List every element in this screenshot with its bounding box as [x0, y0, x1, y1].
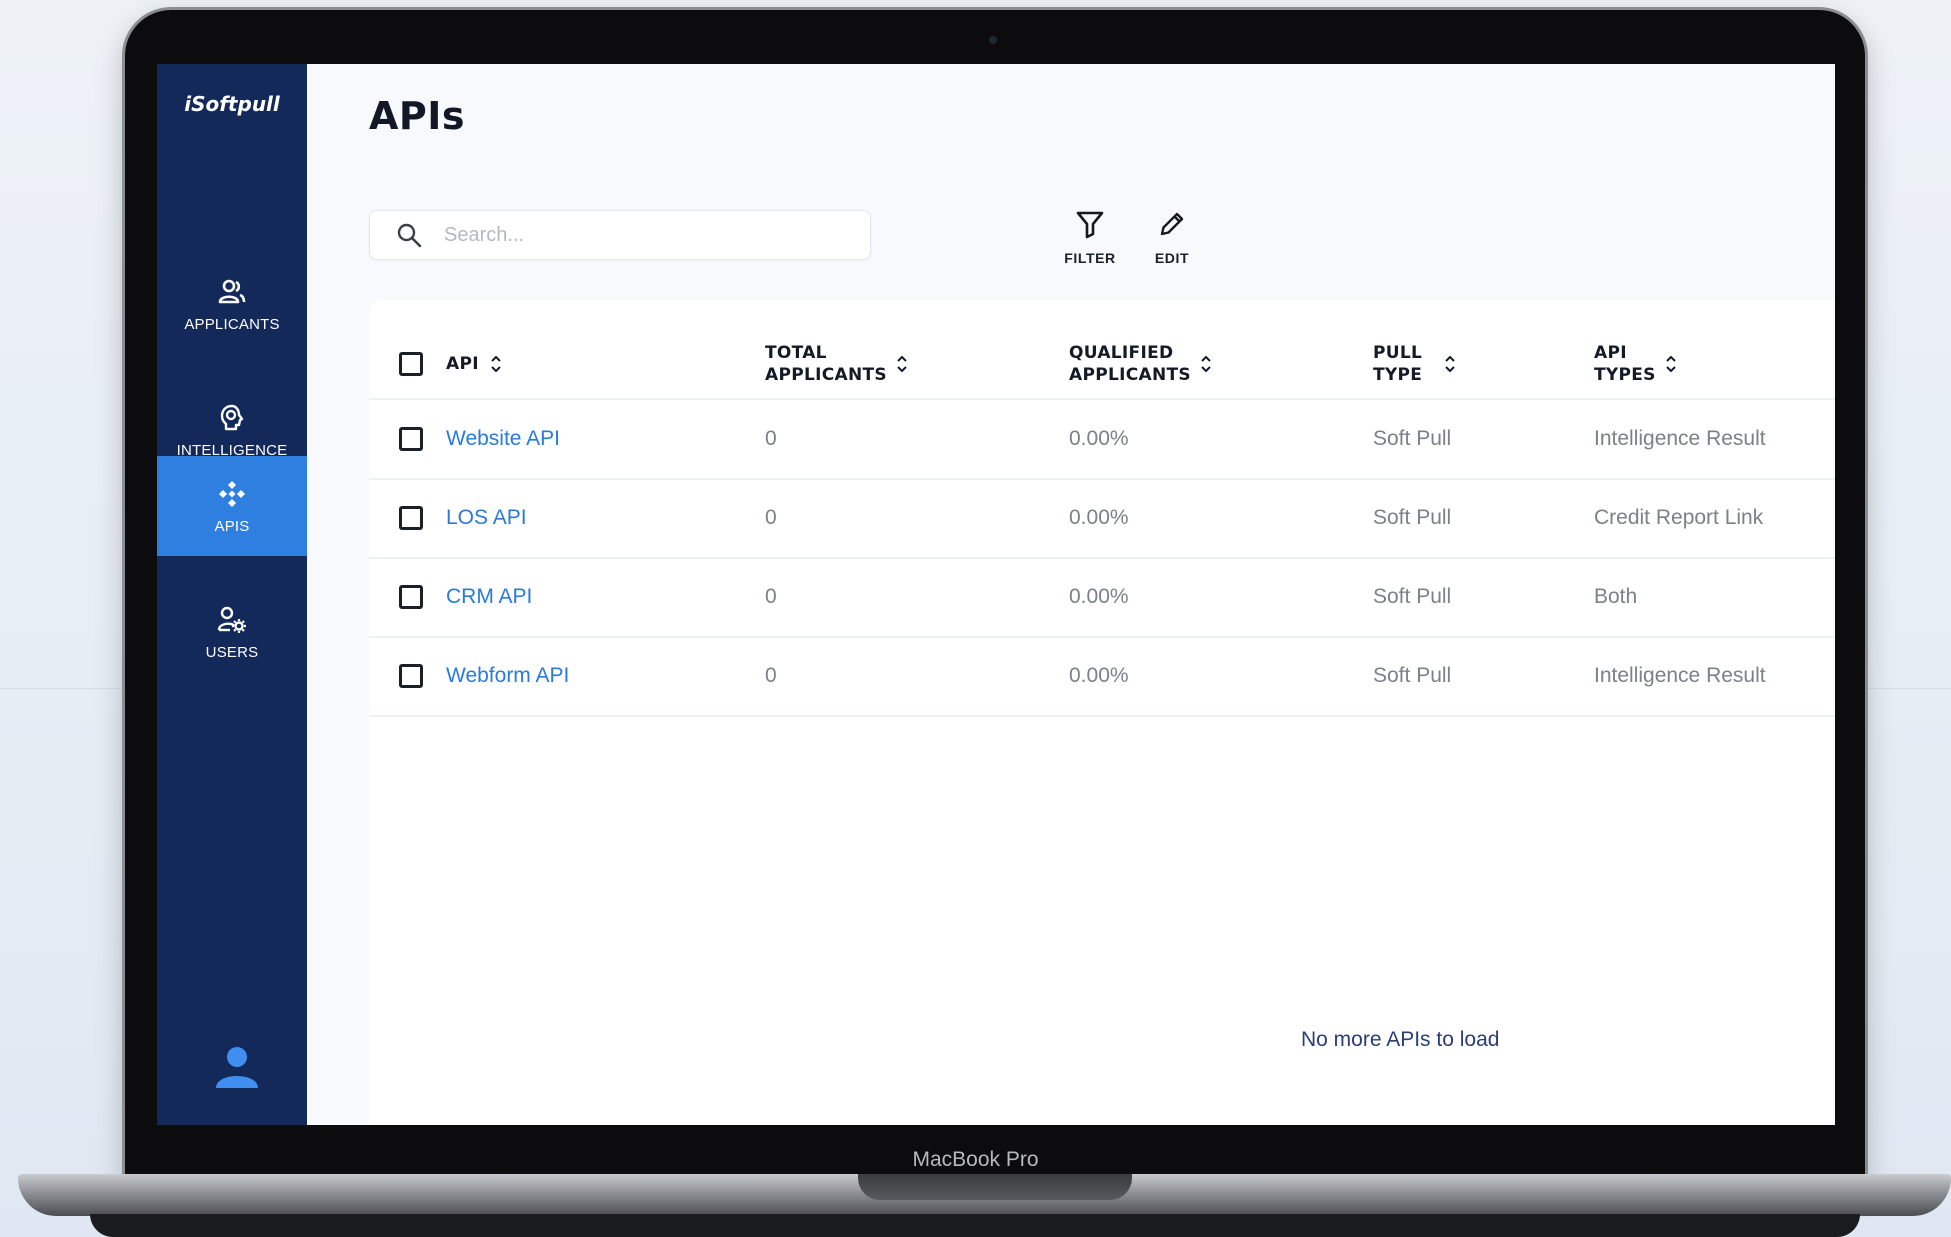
column-header-api[interactable]: API	[446, 330, 503, 398]
api-name-link[interactable]: Website API	[446, 400, 560, 478]
sidebar-item-label: USERS	[205, 643, 259, 661]
edit-button[interactable]: EDIT	[1137, 208, 1207, 278]
row-checkbox[interactable]	[399, 427, 423, 451]
sort-icon	[491, 355, 501, 373]
sort-icon	[897, 355, 907, 373]
edit-label: EDIT	[1154, 250, 1190, 266]
api-table: API TOTAL APPLICANTS QUALIFIED APPLICANT…	[369, 300, 1835, 1125]
row-checkbox[interactable]	[399, 506, 423, 530]
column-header-qualified-applicants[interactable]: QUALIFIED APPLICANTS	[1069, 330, 1213, 398]
pull-type-cell: Soft Pull	[1373, 427, 1452, 450]
search-input[interactable]	[442, 222, 846, 248]
filter-label: FILTER	[1064, 250, 1116, 266]
sort-icon	[1445, 355, 1455, 373]
app-logo[interactable]: iSoftpull	[157, 92, 307, 116]
pull-type-cell: Soft Pull	[1373, 506, 1452, 529]
sidebar-item-applicants[interactable]: APPLICANTS	[157, 254, 307, 354]
main-content: APIs FILTER EDIT	[307, 64, 1835, 1125]
sidebar: iSoftpull APPLICANTS INTELLIGENCE APIS U…	[157, 64, 307, 1125]
api-types-cell: Intelligence Result	[1594, 664, 1766, 687]
api-name-link[interactable]: LOS API	[446, 479, 527, 557]
api-types-cell: Both	[1594, 585, 1638, 608]
api-types-cell: Credit Report Link	[1594, 506, 1764, 529]
total-applicants-cell: 0	[765, 427, 777, 450]
sidebar-item-users[interactable]: USERS	[157, 582, 307, 682]
sidebar-item-apis[interactable]: APIS	[157, 456, 307, 556]
qualified-applicants-cell: 0.00%	[1069, 585, 1129, 608]
search-icon	[397, 223, 422, 248]
column-header-total-applicants[interactable]: TOTAL APPLICANTS	[765, 330, 909, 398]
api-types-cell: Intelligence Result	[1594, 427, 1766, 450]
camera-dot	[989, 36, 997, 44]
pull-type-cell: Soft Pull	[1373, 664, 1452, 687]
column-header-label: QUALIFIED APPLICANTS	[1069, 343, 1191, 385]
total-applicants-cell: 0	[765, 585, 777, 608]
column-header-label: API	[446, 354, 479, 374]
column-header-label: PULL TYPE	[1373, 343, 1423, 385]
api-name-link[interactable]: CRM API	[446, 558, 532, 636]
total-applicants-cell: 0	[765, 664, 777, 687]
laptop-base-shadow	[90, 1214, 1860, 1237]
column-header-label: TOTAL APPLICANTS	[765, 343, 887, 385]
user-avatar-icon[interactable]	[214, 1044, 260, 1090]
app-window: iSoftpull APPLICANTS INTELLIGENCE APIS U…	[157, 64, 1835, 1125]
total-applicants-cell: 0	[765, 506, 777, 529]
qualified-applicants-cell: 0.00%	[1069, 664, 1129, 687]
qualified-applicants-cell: 0.00%	[1069, 427, 1129, 450]
table-row: Website API 0 0.00% Soft Pull Intelligen…	[369, 400, 1835, 480]
pull-type-cell: Soft Pull	[1373, 585, 1452, 608]
row-checkbox[interactable]	[399, 664, 423, 688]
filter-icon	[1076, 211, 1104, 239]
sort-icon	[1666, 355, 1676, 373]
users-settings-icon	[217, 606, 246, 633]
row-checkbox[interactable]	[399, 585, 423, 609]
pencil-icon	[1160, 212, 1184, 236]
brain-icon	[220, 404, 244, 430]
select-all-checkbox[interactable]	[399, 352, 423, 376]
api-name-link[interactable]: Webform API	[446, 637, 569, 715]
sidebar-item-label: APPLICANTS	[184, 315, 280, 333]
column-header-pull-type[interactable]: PULL TYPE	[1373, 330, 1457, 398]
search-box	[369, 210, 871, 260]
page-title: APIs	[369, 94, 466, 138]
column-header-api-types[interactable]: API TYPES	[1594, 330, 1678, 398]
no-more-results-message: No more APIs to load	[1301, 1028, 1500, 1051]
laptop-notch	[858, 1174, 1132, 1200]
api-icon	[219, 480, 245, 507]
table-header: API TOTAL APPLICANTS QUALIFIED APPLICANT…	[369, 330, 1835, 400]
applicants-icon	[218, 279, 246, 303]
filter-button[interactable]: FILTER	[1055, 208, 1125, 278]
table-row: CRM API 0 0.00% Soft Pull Both	[369, 558, 1835, 638]
device-label: MacBook Pro	[912, 1148, 1039, 1171]
table-row: Webform API 0 0.00% Soft Pull Intelligen…	[369, 637, 1835, 717]
sidebar-item-label: APIS	[214, 517, 250, 535]
column-header-label: API TYPES	[1594, 343, 1656, 385]
sort-icon	[1201, 355, 1211, 373]
table-row: LOS API 0 0.00% Soft Pull Credit Report …	[369, 479, 1835, 559]
qualified-applicants-cell: 0.00%	[1069, 506, 1129, 529]
